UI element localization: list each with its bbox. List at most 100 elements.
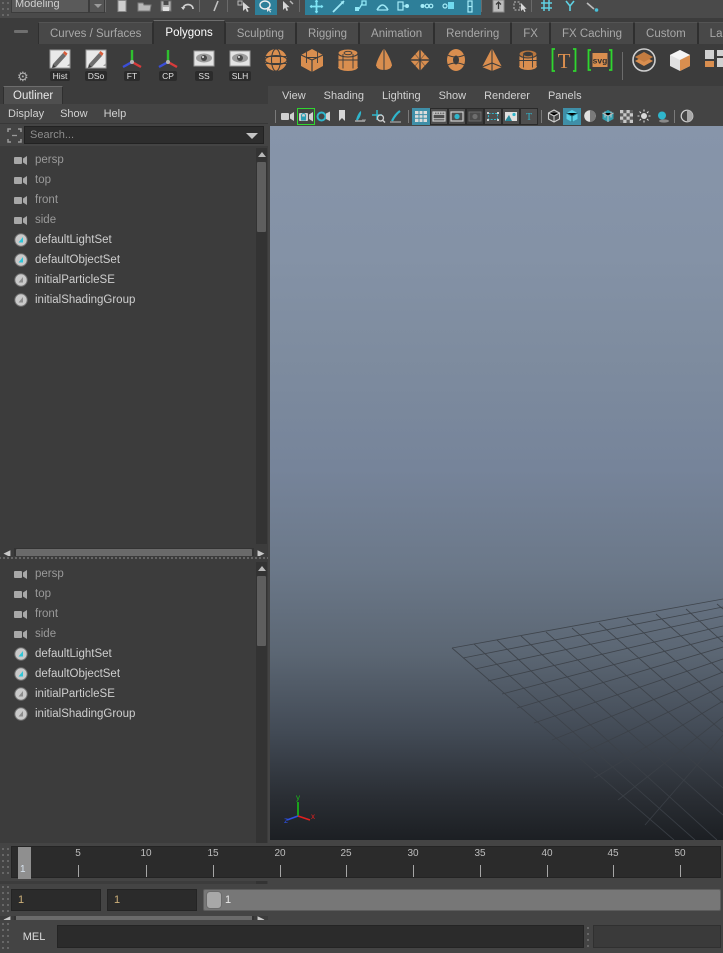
outliner-item-defaultobjectset[interactable]: defaultObjectSet (0, 664, 252, 684)
outliner-item-side[interactable]: side (0, 210, 252, 230)
shelf-menu-handle[interactable] (14, 30, 28, 33)
soft-select-button[interactable] (371, 0, 393, 15)
shelf-button-ss[interactable]: SS (186, 46, 222, 84)
shelf-button-boolean[interactable] (626, 46, 662, 84)
shaded-wireframe-button[interactable] (581, 108, 599, 125)
animation-start-field[interactable]: 1 (107, 889, 197, 911)
viewport-menu-lighting[interactable]: Lighting (382, 90, 421, 102)
shelf-button-poly-cone[interactable] (366, 46, 402, 84)
outliner-item-initialshadinggroup[interactable]: initialShadingGroup (0, 704, 252, 724)
shelf-tab-polygons[interactable]: Polygons (153, 20, 224, 44)
scroll-up-arrow-icon[interactable] (257, 563, 266, 573)
shelf-button-poly-cylinder[interactable] (330, 46, 366, 84)
select-tool-button[interactable] (233, 0, 255, 15)
viewport-menu-show[interactable]: Show (439, 90, 467, 102)
outliner-item-front[interactable]: front (0, 604, 252, 624)
render-frame-button[interactable] (509, 0, 531, 15)
shelf-button-poly-pipe[interactable] (510, 46, 546, 84)
lock-camera-button[interactable] (297, 108, 315, 125)
command-language-label[interactable]: MEL (11, 931, 57, 943)
shelf-button-poly-torus[interactable] (438, 46, 474, 84)
select-camera-button[interactable] (279, 108, 297, 125)
outliner-item-persp[interactable]: persp (0, 564, 252, 584)
chevron-down-icon[interactable] (246, 133, 258, 139)
shelf-button-hist[interactable]: Hist (42, 46, 78, 84)
time-slider[interactable]: 1 5 10 15 20 25 30 35 40 45 50 (11, 846, 721, 878)
viewport-menu-shading[interactable]: Shading (324, 90, 364, 102)
outliner-tab[interactable]: Outliner (3, 86, 63, 104)
isolate-select-button[interactable] (502, 108, 520, 125)
shelf-button-poly-plane[interactable] (402, 46, 438, 84)
rotate-tool-button[interactable] (327, 0, 349, 15)
shelf-tab-fx[interactable]: FX (511, 22, 550, 44)
image-plane-button[interactable] (351, 108, 369, 125)
lasso-tool-button[interactable] (255, 0, 277, 15)
outliner-item-defaultlightset[interactable]: defaultLightSet (0, 644, 252, 664)
textured-cube-button[interactable] (599, 108, 617, 125)
move-tool-button[interactable] (305, 0, 327, 15)
undo-button[interactable] (177, 0, 199, 15)
gate-mask-button[interactable] (466, 108, 484, 125)
outliner-item-initialparticlese[interactable]: initialParticleSE (0, 270, 252, 290)
shelf-button-slh[interactable]: SLH (222, 46, 258, 84)
shelf-tab-custom[interactable]: Custom (634, 22, 698, 44)
shelf-tab-fx-caching[interactable]: FX Caching (550, 22, 634, 44)
snap-curve-button[interactable] (415, 0, 437, 15)
film-gate-button[interactable] (430, 108, 448, 125)
command-response-field[interactable] (593, 925, 721, 948)
smooth-shade-all-button[interactable] (563, 108, 581, 125)
magnet-snap-button[interactable] (487, 0, 509, 15)
outliner-menu-help[interactable]: Help (104, 108, 127, 120)
outliner-item-top[interactable]: top (0, 584, 252, 604)
paint-effects-button[interactable] (387, 108, 405, 125)
outliner-item-front[interactable]: front (0, 190, 252, 210)
shelf-tab-sculpting[interactable]: Sculpting (225, 22, 296, 44)
outliner-vertical-scrollbar[interactable] (256, 148, 267, 544)
outliner-menu-show[interactable]: Show (60, 108, 88, 120)
new-scene-button[interactable] (111, 0, 133, 15)
snap-point-button[interactable] (437, 0, 459, 15)
light-editor-button[interactable] (559, 0, 581, 15)
scroll-up-arrow-icon[interactable] (257, 149, 266, 159)
outliner-item-side[interactable]: side (0, 624, 252, 644)
outliner-item-defaultlightset[interactable]: defaultLightSet (0, 230, 252, 250)
toolbar-drag-grip[interactable] (0, 0, 11, 18)
range-start-handle[interactable] (206, 891, 222, 909)
outliner-item-defaultobjectset[interactable]: defaultObjectSet (0, 250, 252, 270)
shelf-button-poly-svg[interactable]: svg (582, 46, 618, 84)
viewport-menu-renderer[interactable]: Renderer (484, 90, 530, 102)
outliner-item-initialparticlese[interactable]: initialParticleSE (0, 684, 252, 704)
range-slider-grip[interactable] (0, 884, 11, 916)
shelf-button-dso[interactable]: DSo (78, 46, 114, 84)
outliner-search-input[interactable]: Search... (24, 126, 264, 144)
paint-select-button[interactable] (277, 0, 299, 15)
shelf-button-poly-pyramid[interactable] (474, 46, 510, 84)
command-input[interactable] (57, 925, 584, 948)
bookmark-button[interactable] (333, 108, 351, 125)
redo-button[interactable] (205, 0, 227, 15)
shelf-button-poly-type[interactable]: T (546, 46, 582, 84)
camera-attributes-button[interactable] (315, 108, 333, 125)
hypershade-button[interactable] (537, 0, 559, 15)
shelf-button-poly-sphere[interactable] (258, 46, 294, 84)
shelf-button-cp[interactable]: CP (150, 46, 186, 84)
shelf-tab-curves-surfaces[interactable]: Curves / Surfaces (38, 22, 153, 44)
time-slider-grip[interactable] (0, 846, 11, 878)
pan-zoom-button[interactable] (369, 108, 387, 125)
shelf-button-poly-cube[interactable] (294, 46, 330, 84)
viewport-3d-canvas[interactable]: y z x (270, 126, 723, 840)
search-frame-icon[interactable] (4, 126, 24, 144)
use-all-lights-button[interactable] (635, 108, 653, 125)
shelf-tab-rendering[interactable]: Rendering (434, 22, 511, 44)
menu-set-selector[interactable]: Modeling (11, 0, 89, 13)
outliner-item-initialshadinggroup[interactable]: initialShadingGroup (0, 290, 252, 310)
snap-grid-button[interactable] (393, 0, 415, 15)
range-start-field[interactable]: 1 (11, 889, 101, 911)
wireframe-shading-button[interactable] (545, 108, 563, 125)
scrollbar-thumb[interactable] (257, 576, 266, 646)
scrollbar-thumb[interactable] (257, 162, 266, 232)
outliner-list-top[interactable]: persp top front (0, 146, 268, 546)
viewport-menu-view[interactable]: View (282, 90, 306, 102)
save-scene-button[interactable] (155, 0, 177, 15)
shelf-tab-rigging[interactable]: Rigging (296, 22, 359, 44)
